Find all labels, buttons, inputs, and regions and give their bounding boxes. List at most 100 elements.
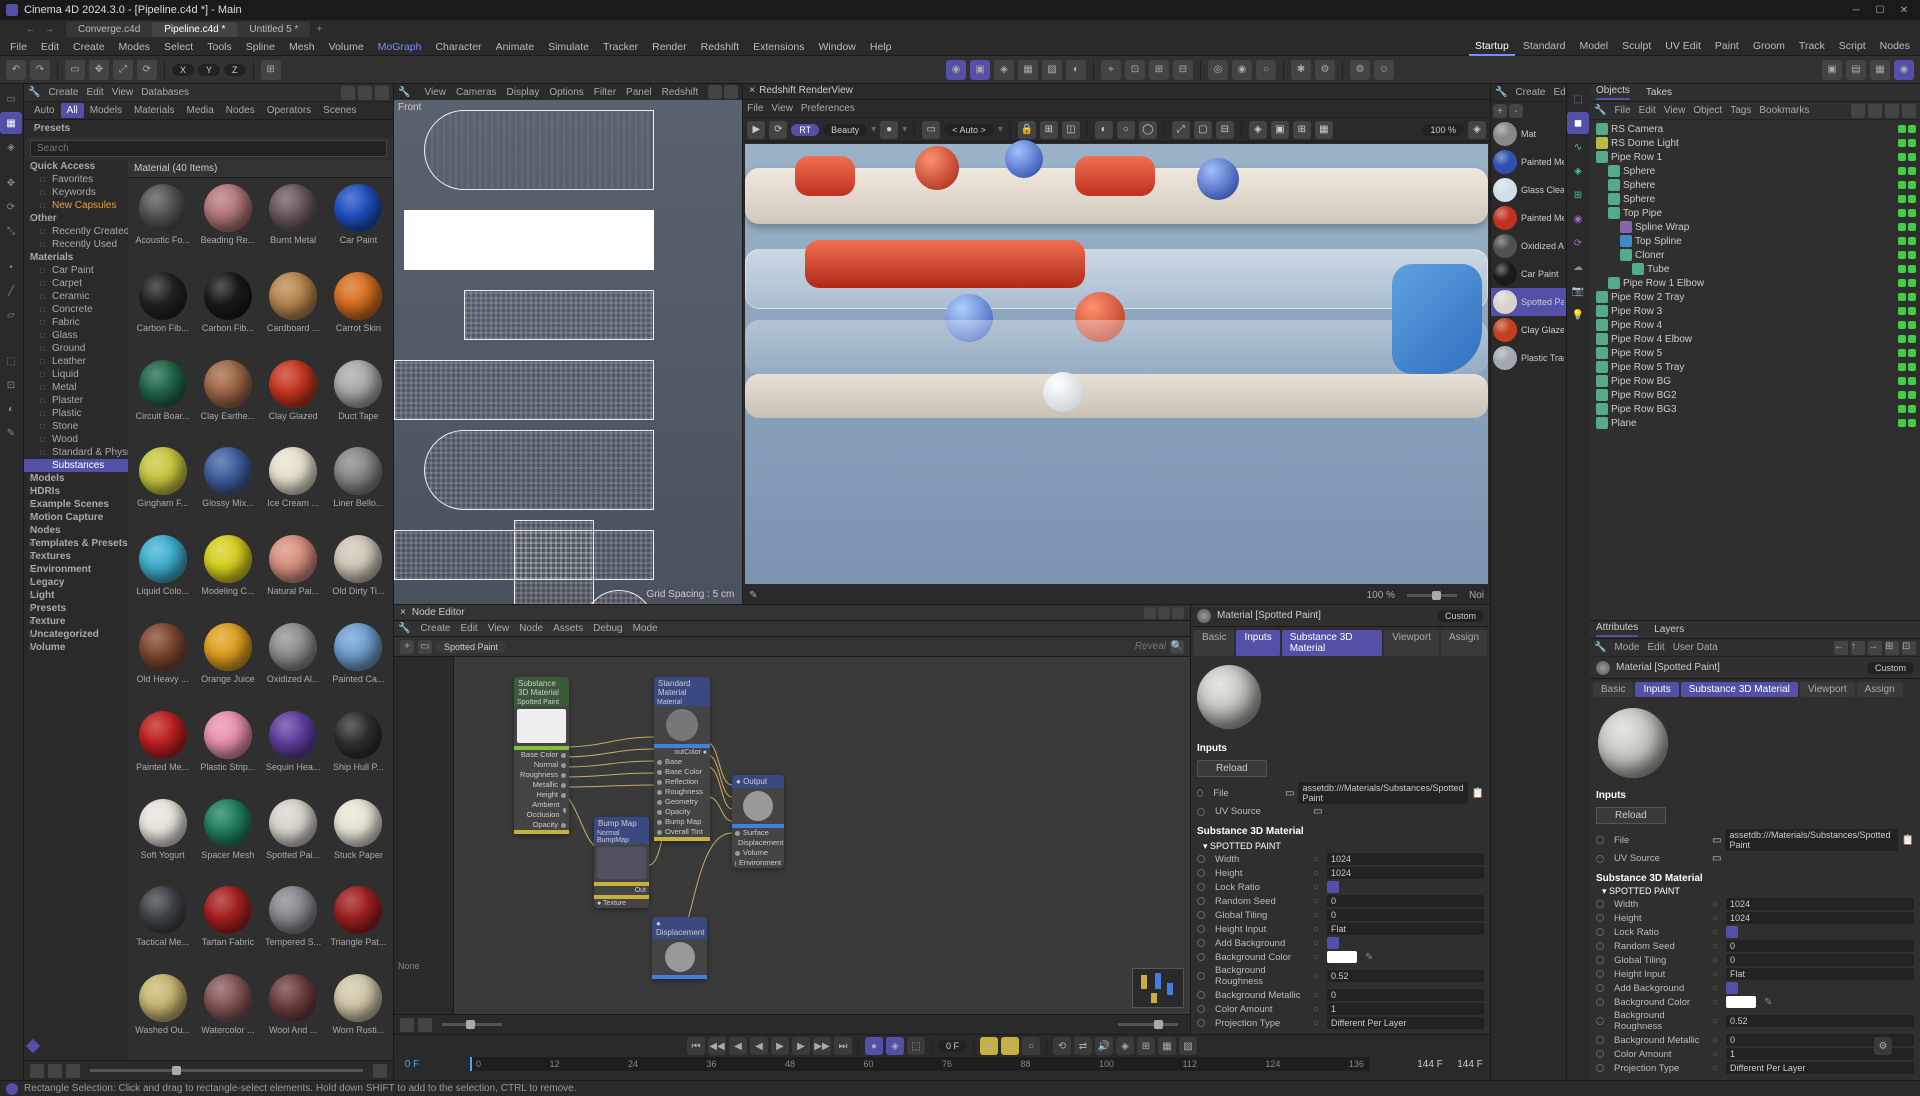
layout-standard[interactable]: Standard bbox=[1517, 38, 1572, 56]
asset-menu-db[interactable]: Databases bbox=[141, 87, 189, 98]
value-field[interactable]: 0 bbox=[1327, 895, 1484, 907]
menu-volume[interactable]: Volume bbox=[323, 39, 370, 55]
pingpong-icon[interactable]: ⇄ bbox=[1074, 1037, 1092, 1055]
tree-item[interactable]: Favorites bbox=[24, 173, 128, 186]
render-queue-icon[interactable]: ▤ bbox=[1846, 60, 1866, 80]
asset-wrench-icon[interactable]: 🔧 bbox=[28, 87, 40, 98]
record-button[interactable]: ● bbox=[865, 1037, 883, 1055]
vp-menu-rs[interactable]: Redshift bbox=[662, 87, 699, 98]
lock-icon[interactable]: 🔒 bbox=[1018, 121, 1036, 139]
asset-tab-media[interactable]: Media bbox=[181, 103, 220, 118]
tree-item[interactable]: Metal bbox=[24, 381, 128, 394]
tree-item[interactable]: Other bbox=[24, 212, 128, 225]
value-field[interactable]: 1024 bbox=[1327, 867, 1484, 879]
material-item[interactable]: Modeling C... bbox=[199, 535, 256, 615]
rv-icon-8[interactable]: ▣ bbox=[1271, 121, 1289, 139]
ne-menu-debug[interactable]: Debug bbox=[593, 623, 622, 634]
viewport-canvas[interactable]: Grid Spacing : 5 cm bbox=[394, 100, 742, 604]
node-output[interactable]: ● Output Surface Displacement Volume Env… bbox=[732, 775, 784, 868]
object-row[interactable]: Pipe Row 4 bbox=[1592, 318, 1918, 332]
ne-reveal[interactable]: Reveal bbox=[1135, 641, 1166, 652]
object-row[interactable]: Plane bbox=[1592, 416, 1918, 430]
field-icon[interactable]: ◉ bbox=[1567, 208, 1589, 230]
value-field[interactable]: Flat bbox=[1726, 968, 1914, 980]
rv-icon-10[interactable]: ▦ bbox=[1315, 121, 1333, 139]
asset-tab-operators[interactable]: Operators bbox=[261, 103, 317, 118]
tree-item[interactable]: Liquid bbox=[24, 368, 128, 381]
material-item[interactable]: Carrot Skin bbox=[330, 272, 387, 352]
object-row[interactable]: Pipe Row 4 Elbow bbox=[1592, 332, 1918, 346]
tree-item[interactable]: Textures bbox=[24, 550, 128, 563]
tree-item[interactable]: Nodes bbox=[24, 524, 128, 537]
tree-item[interactable]: Texture bbox=[24, 615, 128, 628]
obj-menu-view[interactable]: View bbox=[1664, 105, 1686, 116]
menu-select[interactable]: Select bbox=[158, 39, 199, 55]
layout-startup[interactable]: Startup bbox=[1469, 38, 1515, 56]
current-frame-field[interactable]: 0 F bbox=[938, 1040, 967, 1052]
value-field[interactable]: 0 bbox=[1327, 909, 1484, 921]
vp-menu-view[interactable]: View bbox=[424, 87, 446, 98]
camera-icon[interactable]: 📷 bbox=[1567, 280, 1589, 302]
spline-icon[interactable]: ∿ bbox=[1567, 136, 1589, 158]
tree-item[interactable]: Substances bbox=[24, 459, 128, 472]
ms-add-icon[interactable]: + bbox=[1493, 104, 1507, 118]
ne-menu-view[interactable]: View bbox=[488, 623, 510, 634]
obj-menu-tags[interactable]: Tags bbox=[1730, 105, 1751, 116]
detail-icon[interactable] bbox=[66, 1064, 80, 1078]
menu-tools[interactable]: Tools bbox=[201, 39, 238, 55]
compare-icon[interactable]: ◫ bbox=[1062, 121, 1080, 139]
snap-icon-2[interactable]: ⊞ bbox=[1149, 60, 1169, 80]
value-field[interactable]: Different Per Layer bbox=[1327, 1017, 1484, 1029]
snap-icon-3[interactable]: ⊟ bbox=[1173, 60, 1193, 80]
tree-item[interactable]: HDRIs bbox=[24, 485, 128, 498]
menu-simulate[interactable]: Simulate bbox=[542, 39, 595, 55]
material-item[interactable]: Natural Pai... bbox=[265, 535, 322, 615]
generator-icon[interactable]: ◈ bbox=[1567, 160, 1589, 182]
tree-item[interactable]: Light bbox=[24, 589, 128, 602]
tab-assign[interactable]: Assign bbox=[1857, 682, 1903, 697]
tree-item[interactable]: Recently Used bbox=[24, 238, 128, 251]
material-slot[interactable]: Mat bbox=[1491, 120, 1566, 148]
menu-render[interactable]: Render bbox=[646, 39, 692, 55]
ne-menu-node[interactable]: Node bbox=[519, 623, 543, 634]
deformer-icon[interactable]: ⟳ bbox=[1567, 232, 1589, 254]
ne-dock-icon[interactable] bbox=[1144, 607, 1156, 619]
tree-item[interactable]: Materials bbox=[24, 251, 128, 264]
rotate-tool-icon[interactable]: ⟳ bbox=[0, 196, 22, 218]
reload-button[interactable]: Reload bbox=[1197, 760, 1267, 777]
tab-inputs[interactable]: Inputs bbox=[1236, 630, 1279, 656]
vp-menu-display[interactable]: Display bbox=[507, 87, 540, 98]
marker-icon[interactable]: ◈ bbox=[1116, 1037, 1134, 1055]
undo-button[interactable]: ↶ bbox=[6, 60, 26, 80]
ms-create[interactable]: Create bbox=[1515, 87, 1545, 98]
layout-uv edit[interactable]: UV Edit bbox=[1659, 38, 1707, 56]
tree-item[interactable]: Keywords bbox=[24, 186, 128, 199]
node-substance3d[interactable]: Substance 3D Material Spotted Paint Base… bbox=[514, 677, 569, 834]
rv-icon[interactable]: ◐ bbox=[1095, 121, 1113, 139]
panel-dock-icon[interactable] bbox=[341, 86, 355, 100]
misc-icon-2[interactable]: ⚙ bbox=[1315, 60, 1335, 80]
obj-menu-file[interactable]: File bbox=[1614, 105, 1630, 116]
redo-button[interactable]: ↷ bbox=[30, 60, 50, 80]
value-field[interactable]: 0 bbox=[1726, 940, 1914, 952]
obj-menu-bookmarks[interactable]: Bookmarks bbox=[1759, 105, 1809, 116]
node-minimap[interactable] bbox=[1132, 968, 1184, 1008]
material-slot[interactable]: Spotted Paint bbox=[1491, 288, 1566, 316]
material-item[interactable]: Glossy Mix... bbox=[199, 447, 256, 527]
value-field[interactable]: 0 bbox=[1726, 954, 1914, 966]
material-item[interactable]: Ice Cream ... bbox=[265, 447, 322, 527]
list-icon[interactable] bbox=[48, 1064, 62, 1078]
material-slot[interactable]: Painted Meta bbox=[1491, 148, 1566, 176]
layout-script[interactable]: Script bbox=[1833, 38, 1872, 56]
menu-tracker[interactable]: Tracker bbox=[597, 39, 644, 55]
tree-item[interactable]: Templates & Presets bbox=[24, 537, 128, 550]
file-tab[interactable]: Untitled 5 * bbox=[237, 22, 310, 37]
tab-substance-3d-material[interactable]: Substance 3D Material bbox=[1681, 682, 1798, 697]
object-row[interactable]: Top Pipe bbox=[1592, 206, 1918, 220]
material-item[interactable]: Worn Rusti... bbox=[330, 974, 387, 1054]
ne-menu-mode[interactable]: Mode bbox=[633, 623, 658, 634]
asset-tree[interactable]: Quick AccessFavoritesKeywordsNew Capsule… bbox=[24, 160, 128, 1060]
tree-item[interactable]: Wood bbox=[24, 433, 128, 446]
node-standard-material[interactable]: Standard Material Material outColor ● Ba… bbox=[654, 677, 710, 841]
material-item[interactable]: Circuit Boar... bbox=[134, 360, 191, 440]
